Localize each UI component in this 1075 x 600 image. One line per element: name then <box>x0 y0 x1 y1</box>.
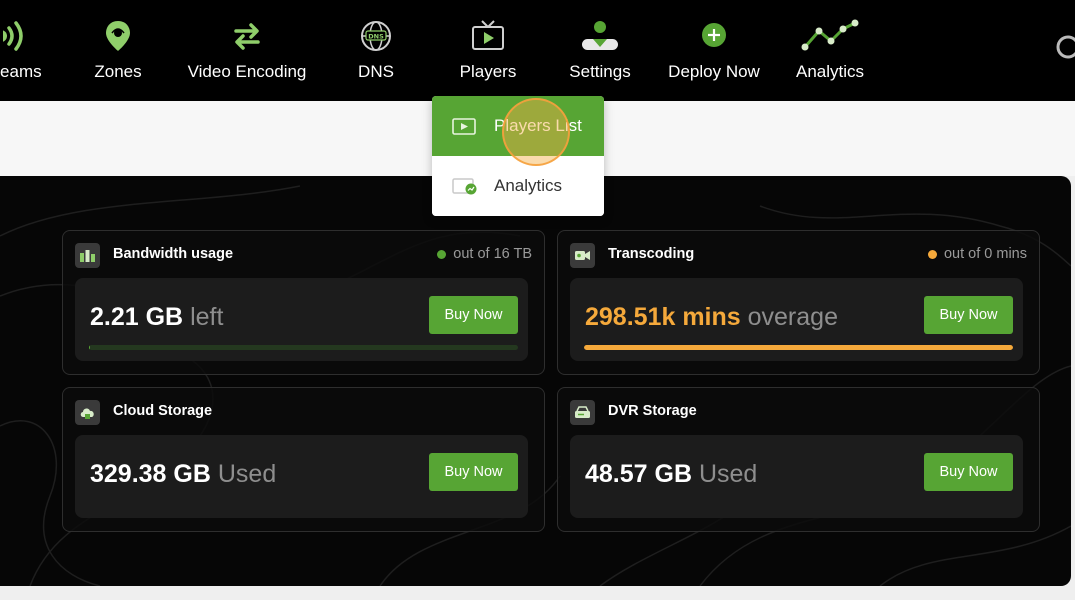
usage-value: 329.38 GB Used <box>90 460 276 489</box>
encoding-arrows-icon <box>230 18 264 54</box>
usage-progress-fill <box>89 345 90 350</box>
usage-summary: 298.51k mins overage Buy Now <box>570 278 1023 361</box>
status-dot <box>927 249 937 259</box>
usage-value: 48.57 GB Used <box>585 460 757 489</box>
quota-text: out of 16 TB <box>453 246 532 262</box>
status-dot <box>437 249 447 259</box>
card-title: DVR Storage <box>608 403 697 419</box>
player-screen-icon <box>452 118 476 140</box>
usage-amount: 329.38 GB <box>90 460 211 488</box>
usage-summary: 2.21 GB left Buy Now <box>75 278 528 361</box>
usage-suffix: Used <box>217 460 277 488</box>
line-chart-icon <box>801 18 859 54</box>
players-dropdown-menu: Players List Analytics <box>432 96 604 216</box>
hard-drive-icon <box>570 400 595 425</box>
nav-label: Deploy Now <box>668 62 760 81</box>
nav-label: Zones <box>94 62 142 81</box>
cloud-storage-card: Cloud Storage 329.38 GB Used Buy Now <box>62 387 545 532</box>
nav-label: Video Encoding <box>187 62 307 81</box>
buy-now-button[interactable]: Buy Now <box>924 296 1013 334</box>
dvr-storage-card: DVR Storage 48.57 GB Used Buy Now <box>557 387 1040 532</box>
tv-player-icon <box>470 18 506 54</box>
user-settings-icon <box>580 18 620 54</box>
nav-label: DNS <box>358 62 394 81</box>
usage-suffix: overage <box>747 303 838 331</box>
player-analytics-icon <box>452 178 478 200</box>
card-title: Bandwidth usage <box>113 246 234 262</box>
svg-text:DNS: DNS <box>368 33 384 41</box>
usage-amount: 48.57 GB <box>585 460 693 488</box>
menu-item-label: Analytics <box>494 176 563 195</box>
nav-label: Settings <box>569 62 631 81</box>
usage-value: 298.51k mins overage <box>585 303 838 332</box>
bandwidth-bars-icon <box>75 243 100 268</box>
nav-label: Players <box>459 62 517 81</box>
usage-amount: 2.21 GB <box>90 303 184 331</box>
quota-text: out of 0 mins <box>943 246 1027 262</box>
location-pin-icon <box>104 18 132 54</box>
buy-now-button[interactable]: Buy Now <box>429 296 518 334</box>
usage-progress-bar <box>584 345 1013 350</box>
card-title: Transcoding <box>608 246 695 262</box>
cloud-icon <box>75 400 100 425</box>
usage-suffix: left <box>190 303 224 331</box>
menu-item-player-analytics[interactable]: Analytics <box>432 156 604 216</box>
transcoding-card: Transcoding out of 0 mins 298.51k mins o… <box>557 230 1040 375</box>
usage-progress-fill <box>584 345 1013 350</box>
video-camera-icon <box>570 243 595 268</box>
quota-label: out of 0 mins <box>927 246 1027 262</box>
top-navigation-bar: reams Zones Video Encoding <box>0 0 1075 101</box>
broadcast-icon <box>3 18 33 54</box>
quota-label: out of 16 TB <box>437 246 532 262</box>
buy-now-button[interactable]: Buy Now <box>924 453 1013 491</box>
nav-label: reams <box>0 62 42 81</box>
card-title: Cloud Storage <box>113 403 213 419</box>
usage-summary: 329.38 GB Used Buy Now <box>75 435 528 518</box>
dns-globe-icon: DNS <box>359 18 393 54</box>
buy-now-button[interactable]: Buy Now <box>429 453 518 491</box>
menu-item-label: Players List <box>494 116 582 135</box>
search-icon[interactable] <box>1054 33 1075 66</box>
bandwidth-usage-card: Bandwidth usage out of 16 TB 2.21 GB lef… <box>62 230 545 375</box>
usage-progress-bar <box>89 345 518 350</box>
plus-circle-icon <box>700 18 728 54</box>
usage-dashboard-panel: Bandwidth usage out of 16 TB 2.21 GB lef… <box>0 176 1071 586</box>
usage-suffix: Used <box>698 460 758 488</box>
menu-item-players-list[interactable]: Players List <box>432 96 604 156</box>
nav-label: Analytics <box>795 62 865 81</box>
usage-amount: 298.51k mins <box>585 303 741 331</box>
usage-value: 2.21 GB left <box>90 303 223 332</box>
usage-summary: 48.57 GB Used Buy Now <box>570 435 1023 518</box>
